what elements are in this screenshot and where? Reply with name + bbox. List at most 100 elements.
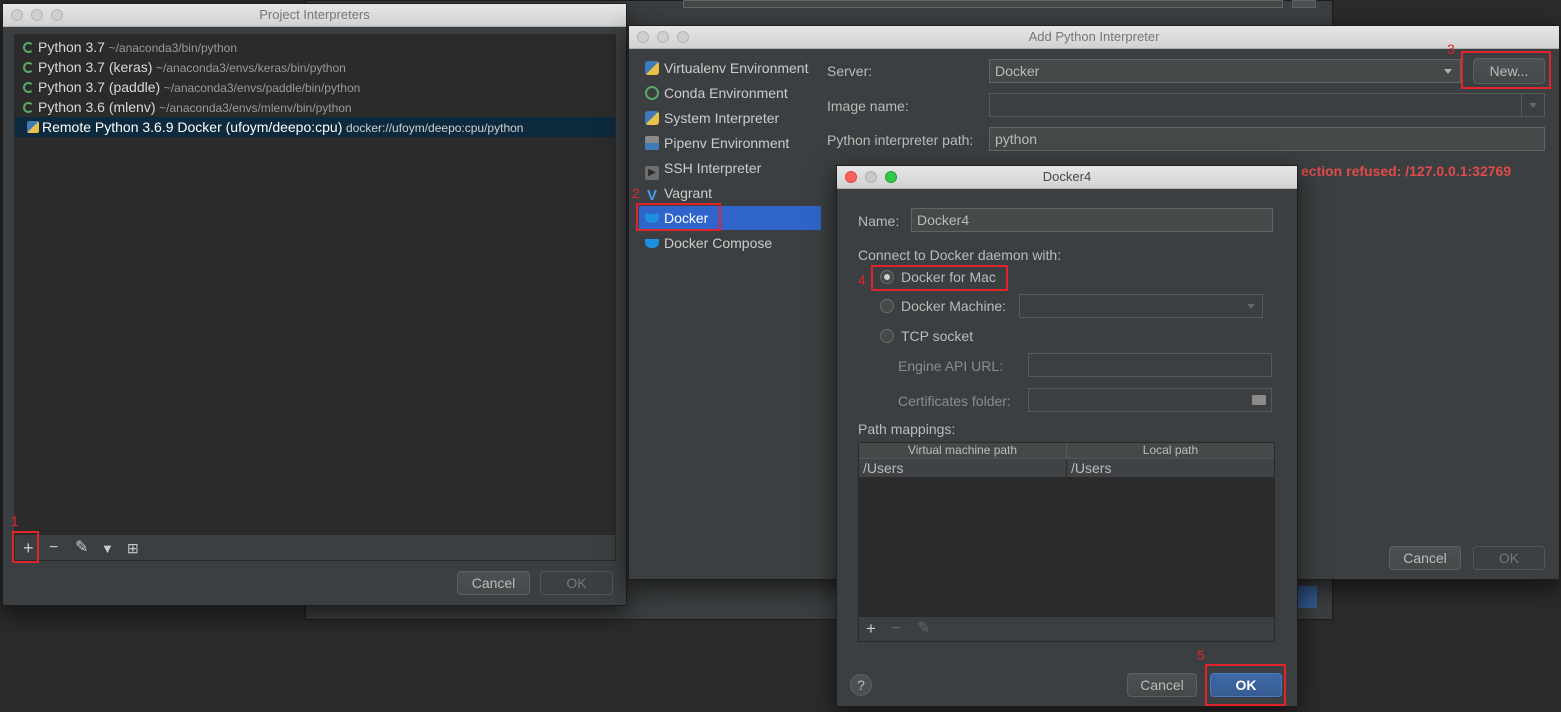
remove-icon[interactable]: −: [892, 621, 901, 637]
annotation-number: 1: [11, 513, 19, 529]
show-paths-tree-icon[interactable]: ⊞: [127, 540, 139, 556]
zoom-window-button[interactable]: [51, 9, 63, 21]
sidebar-item-conda[interactable]: Conda Environment: [639, 81, 819, 105]
window-title: Docker4: [1042, 169, 1092, 184]
background-blue-button: [1296, 586, 1317, 608]
annotation-box-docker: [636, 203, 721, 231]
interpreter-item[interactable]: Python 3.7 (paddle) ~/anaconda3/envs/pad…: [15, 77, 613, 97]
cancel-button[interactable]: Cancel: [1127, 673, 1197, 697]
edit-pencil-icon[interactable]: ✎: [917, 621, 930, 637]
docker-machine-label[interactable]: Docker Machine:: [901, 298, 1006, 314]
sidebar-item-vagrant[interactable]: V Vagrant: [639, 181, 819, 205]
path-mappings-toolbar: + − ✎: [858, 616, 1275, 642]
docker-machine-select[interactable]: [1019, 294, 1263, 318]
interpreter-path-input[interactable]: python: [989, 127, 1545, 151]
chevron-down-icon: [1444, 69, 1452, 74]
ok-button[interactable]: OK: [540, 571, 613, 595]
filter-icon[interactable]: ▼: [101, 541, 114, 557]
docker-machine-radio[interactable]: [880, 299, 894, 313]
chevron-down-icon: [1247, 304, 1255, 309]
close-window-button[interactable]: [11, 9, 23, 21]
name-input[interactable]: Docker4: [911, 208, 1273, 232]
interpreter-list[interactable]: Python 3.7 ~/anaconda3/bin/python Python…: [14, 34, 616, 535]
project-interpreters-window: Project Interpreters Python 3.7 ~/anacon…: [2, 3, 627, 606]
vagrant-icon: V: [646, 187, 657, 204]
path-mappings-label: Path mappings:: [858, 421, 956, 437]
minimize-window-button[interactable]: [865, 171, 877, 183]
annotation-box-new: [1461, 51, 1551, 89]
window-title: Add Python Interpreter: [1028, 29, 1160, 44]
annotation-box-add: [12, 531, 39, 563]
zoom-window-button[interactable]: [885, 171, 897, 183]
interpreter-list-toolbar: + − ✎ ▼ ⊞: [14, 535, 616, 561]
help-icon[interactable]: ?: [850, 674, 872, 696]
interpreter-item[interactable]: Python 3.7 (keras) ~/anaconda3/envs/kera…: [15, 57, 613, 77]
certificates-folder-input[interactable]: [1028, 388, 1272, 412]
interpreter-item[interactable]: Python 3.7 ~/anaconda3/bin/python: [15, 37, 613, 57]
engine-api-url-label: Engine API URL:: [898, 358, 1004, 374]
connect-daemon-label: Connect to Docker daemon with:: [858, 247, 1062, 263]
python-icon: [645, 61, 659, 75]
column-header-vm-path[interactable]: Virtual machine path: [859, 443, 1066, 458]
tcp-socket-label[interactable]: TCP socket: [901, 328, 973, 344]
connection-error-text: ection refused: /127.0.0.1:32769: [1301, 163, 1512, 179]
close-window-button[interactable]: [845, 171, 857, 183]
loading-spinner-icon: [23, 82, 34, 93]
cancel-button[interactable]: Cancel: [457, 571, 530, 595]
add-icon[interactable]: +: [866, 620, 876, 637]
path-mappings-table: Virtual machine path Local path /Users /…: [858, 442, 1275, 642]
local-path-cell: /Users: [1071, 460, 1112, 476]
table-row[interactable]: /Users /Users: [859, 459, 1274, 477]
image-name-label: Image name:: [827, 98, 909, 114]
docker-icon: [645, 239, 659, 248]
sidebar-item-docker-compose[interactable]: Docker Compose: [639, 231, 819, 255]
sidebar-item-virtualenv[interactable]: Virtualenv Environment: [639, 56, 819, 80]
edit-pencil-icon[interactable]: ✎: [75, 540, 88, 556]
loading-spinner-icon: [23, 42, 34, 53]
docker-dialog-titlebar: Docker4: [837, 166, 1297, 189]
sidebar-item-pipenv[interactable]: Pipenv Environment: [639, 131, 819, 155]
name-label: Name:: [858, 213, 900, 229]
remove-icon[interactable]: −: [49, 540, 58, 556]
cancel-button[interactable]: Cancel: [1389, 546, 1461, 570]
server-label: Server:: [827, 63, 873, 79]
minimize-window-button[interactable]: [31, 9, 43, 21]
sidebar-item-system[interactable]: System Interpreter: [639, 106, 819, 130]
project-interpreters-titlebar: Project Interpreters: [3, 4, 626, 27]
image-name-select[interactable]: [989, 93, 1545, 117]
remote-python-icon: [27, 121, 39, 133]
tcp-socket-radio[interactable]: [880, 329, 894, 343]
folder-icon[interactable]: [1252, 395, 1266, 405]
background-ide-field: [683, 0, 1283, 8]
column-header-local-path[interactable]: Local path: [1067, 443, 1274, 458]
sidebar-item-ssh[interactable]: ▶ SSH Interpreter: [639, 156, 819, 180]
server-select[interactable]: Docker: [989, 59, 1461, 83]
engine-api-url-input[interactable]: [1028, 353, 1272, 377]
interpreter-item[interactable]: Python 3.6 (mlenv) ~/anaconda3/envs/mlen…: [15, 97, 613, 117]
close-window-button[interactable]: [637, 31, 649, 43]
annotation-box-ok: [1205, 664, 1286, 706]
conda-icon: [645, 86, 659, 100]
minimize-window-button[interactable]: [657, 31, 669, 43]
vm-path-cell: /Users: [863, 460, 904, 476]
add-interpreter-titlebar: Add Python Interpreter: [629, 26, 1559, 49]
background-ide-button: [1292, 0, 1316, 8]
window-title: Project Interpreters: [259, 7, 370, 22]
interpreter-path-label: Python interpreter path:: [827, 132, 974, 148]
certificates-folder-label: Certificates folder:: [898, 393, 1011, 409]
zoom-window-button[interactable]: [677, 31, 689, 43]
pipenv-icon: [645, 136, 659, 150]
dropdown-divider: [1521, 94, 1522, 116]
annotation-number: 3: [1447, 41, 1455, 57]
loading-spinner-icon: [23, 62, 34, 73]
loading-spinner-icon: [23, 102, 34, 113]
docker-server-dialog: Docker4 Name: Docker4 Connect to Docker …: [836, 165, 1298, 707]
annotation-number: 5: [1197, 647, 1205, 663]
interpreter-item-selected[interactable]: Remote Python 3.6.9 Docker (ufoym/deepo:…: [15, 117, 615, 137]
column-divider: [1066, 459, 1067, 477]
ok-button[interactable]: OK: [1473, 546, 1545, 570]
annotation-box-docker-for-mac: [871, 265, 1008, 291]
python-icon: [645, 111, 659, 125]
terminal-icon: ▶: [645, 166, 659, 180]
table-header: Virtual machine path Local path: [859, 443, 1274, 459]
